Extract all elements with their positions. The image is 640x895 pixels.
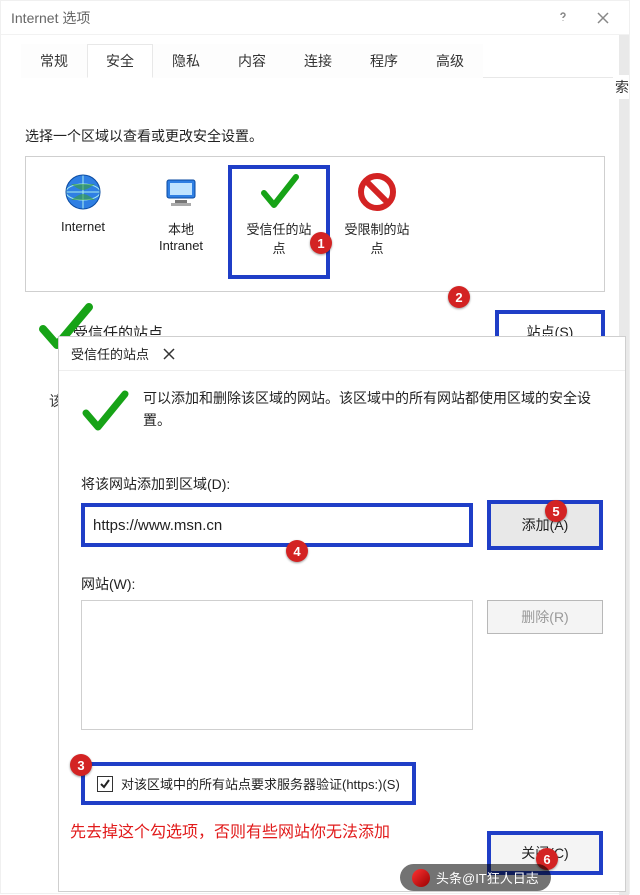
security-panel: 选择一个区域以查看或更改安全设置。 Internet 本地 Intranet 受…: [1, 78, 629, 362]
add-website-input[interactable]: [81, 503, 473, 547]
zone-local-intranet[interactable]: 本地 Intranet: [132, 167, 230, 277]
zone-restricted-sites[interactable]: 受限制的站 点: [328, 167, 426, 277]
trusted-info-text: 可以添加和删除该区域的网站。该区域中的所有网站都使用区域的安全设置。: [143, 387, 603, 432]
annotation-badge-5: 5: [545, 500, 567, 522]
sub-window-title: 受信任的站点: [71, 344, 149, 363]
zone-label: 受限制的站 点: [344, 219, 409, 257]
websites-listbox[interactable]: [81, 600, 473, 730]
tab-connections[interactable]: 连接: [285, 44, 351, 78]
zone-label: 受信任的站 点: [246, 219, 311, 257]
tab-privacy[interactable]: 隐私: [153, 44, 219, 78]
forbidden-icon: [356, 171, 398, 213]
close-button[interactable]: [583, 4, 623, 32]
cutoff-label: 索: [613, 75, 629, 99]
tab-content[interactable]: 内容: [219, 44, 285, 78]
trusted-sites-dialog: 受信任的站点 可以添加和删除该区域的网站。该区域中的所有网站都使用区域的安全设置…: [58, 336, 626, 892]
zone-trusted-sites[interactable]: 受信任的站 点: [230, 167, 328, 277]
add-website-label: 将该网站添加到区域(D):: [81, 474, 603, 494]
zone-internet[interactable]: Internet: [34, 167, 132, 277]
zone-select-label: 选择一个区域以查看或更改安全设置。: [25, 126, 605, 146]
websites-list-label: 网站(W):: [81, 574, 603, 594]
check-icon: [258, 171, 300, 213]
watermark-text: 头条@IT狂人日志: [436, 868, 539, 887]
require-https-row[interactable]: 对该区域中的所有站点要求服务器验证(https:)(S): [89, 768, 408, 799]
sub-close-button[interactable]: [149, 340, 189, 368]
annotation-badge-2: 2: [448, 286, 470, 308]
require-https-label: 对该区域中的所有站点要求服务器验证(https:)(S): [121, 774, 400, 793]
annotation-badge-1: 1: [310, 232, 332, 254]
zones-list: Internet 本地 Intranet 受信任的站 点 受限制的站 点: [25, 156, 605, 292]
sub-titlebar: 受信任的站点: [59, 337, 625, 371]
titlebar: Internet 选项: [1, 1, 629, 35]
annotation-red-note: 先去掉这个勾选项，否则有些网站你无法添加: [70, 818, 390, 842]
monitor-icon: [160, 171, 202, 213]
tab-advanced[interactable]: 高级: [417, 44, 483, 78]
remove-button[interactable]: 删除(R): [487, 600, 603, 634]
zone-label: Internet: [61, 219, 105, 234]
tab-programs[interactable]: 程序: [351, 44, 417, 78]
require-https-highlight: 对该区域中的所有站点要求服务器验证(https:)(S): [81, 762, 416, 805]
help-button[interactable]: [543, 4, 583, 32]
globe-icon: [62, 171, 104, 213]
zone-label: 本地 Intranet: [159, 219, 203, 253]
trusted-check-icon: [81, 387, 129, 438]
annotation-badge-4: 4: [286, 540, 308, 562]
window-title: Internet 选项: [11, 8, 90, 28]
require-https-checkbox[interactable]: [97, 776, 113, 792]
tab-general[interactable]: 常规: [21, 44, 87, 78]
watermark-avatar-icon: [412, 869, 430, 887]
watermark: 头条@IT狂人日志: [400, 864, 551, 891]
tabs: 常规 安全 隐私 内容 连接 程序 高级: [21, 43, 619, 78]
tab-security[interactable]: 安全: [87, 44, 153, 78]
annotation-badge-3: 3: [70, 754, 92, 776]
